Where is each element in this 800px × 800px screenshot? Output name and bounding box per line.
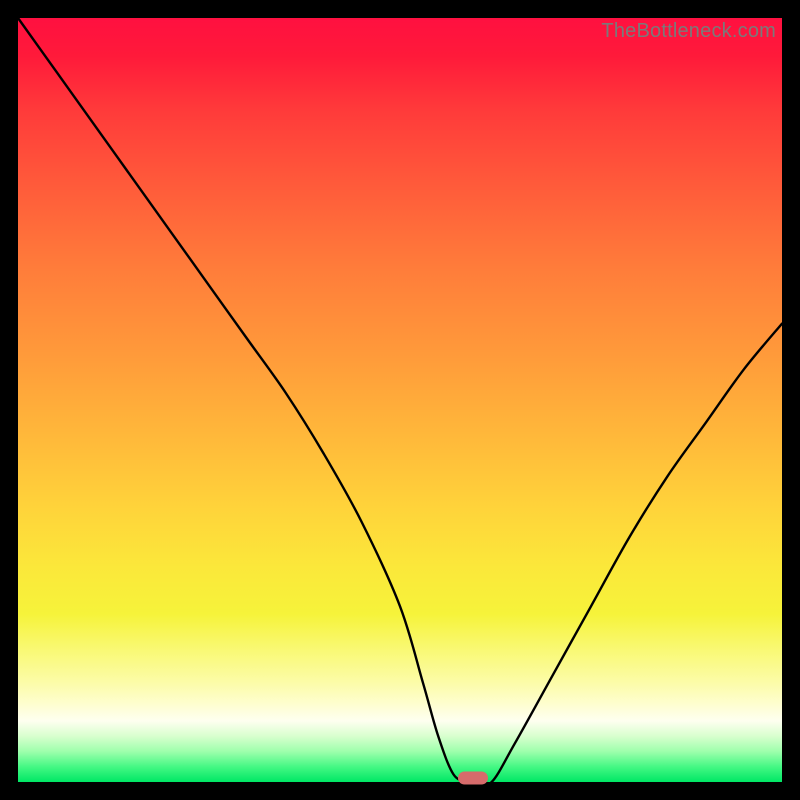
optimal-marker <box>458 772 488 785</box>
bottleneck-curve <box>18 18 782 785</box>
plot-area: TheBottleneck.com <box>18 18 782 782</box>
chart-frame: TheBottleneck.com <box>0 0 800 800</box>
curve-svg <box>18 18 782 782</box>
